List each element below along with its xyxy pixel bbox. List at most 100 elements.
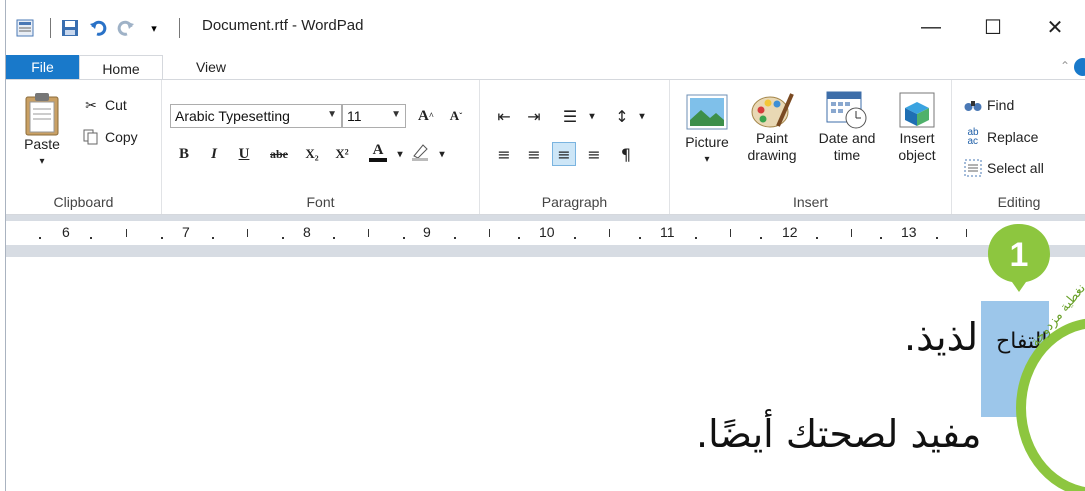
paragraph-group: ⇤ ⇥ ☰ ▾ ↕ ▾ ≡ ≡ ≡ ≡ ¶ Paragraph	[480, 80, 670, 214]
strikethrough-button[interactable]: abe	[264, 142, 294, 166]
insert-object-button[interactable]: Insert object	[886, 90, 948, 164]
bullet-list-icon[interactable]: ☰	[558, 104, 582, 128]
close-button[interactable]: ✕	[1024, 10, 1085, 44]
bullet-list-dropdown-icon[interactable]: ▾	[580, 104, 604, 128]
ruler-number: 10	[539, 224, 555, 240]
document-line-1[interactable]: لذيذ.	[904, 315, 978, 359]
picture-icon	[686, 94, 728, 130]
copy-icon	[82, 128, 100, 146]
align-right-icon[interactable]: ≡	[552, 142, 576, 166]
font-group: Arabic Typesetting ▼ 11 ▼ A ^ Aˇ B I U ab…	[162, 80, 480, 214]
font-group-label: Font	[306, 194, 335, 210]
cut-button[interactable]: ✂ Cut	[82, 96, 127, 114]
superscript-button[interactable]: X²	[330, 142, 354, 166]
justify-icon[interactable]: ≡	[582, 142, 606, 166]
paste-dropdown-icon[interactable]: ▾	[39, 153, 44, 170]
decrease-indent-icon[interactable]: ⇤	[492, 104, 516, 128]
wordpad-app-icon[interactable]	[14, 17, 36, 39]
document-area[interactable]: التفاح لذيذ. مفيد لصحتك أيضًا.	[6, 257, 1085, 491]
font-size-value: 11	[347, 108, 362, 124]
replace-label: Replace	[987, 129, 1039, 145]
scissors-icon: ✂	[85, 96, 97, 113]
replace-icon: ab ac	[967, 127, 979, 147]
grow-font-button[interactable]: A ^	[414, 104, 438, 128]
paint-drawing-label: Paint drawing	[747, 130, 797, 163]
help-icon[interactable]	[1074, 58, 1085, 76]
calendar-clock-icon	[826, 91, 867, 129]
italic-button[interactable]: I	[202, 142, 226, 166]
font-size-select[interactable]: 11 ▼	[342, 104, 406, 128]
window-title: Document.rtf - WordPad	[202, 17, 364, 34]
editing-group-label: Editing	[997, 194, 1041, 210]
qat-separator	[50, 18, 51, 38]
paste-button[interactable]: Paste ▾	[20, 92, 64, 170]
collapse-ribbon-icon[interactable]: ⌃	[1060, 59, 1070, 73]
replace-button[interactable]: ab ac Replace	[964, 127, 1039, 147]
callout-badge: 1	[988, 224, 1050, 292]
picture-dropdown-icon[interactable]: ▾	[704, 151, 709, 168]
picture-button[interactable]: Picture ▾	[678, 94, 736, 168]
align-center-icon[interactable]: ≡	[522, 142, 546, 166]
highlight-dropdown-icon[interactable]: ▾	[430, 142, 454, 166]
minimize-button[interactable]: —	[900, 10, 962, 44]
ruler-number: 12	[782, 224, 798, 240]
title-bar: ▾ Document.rtf - WordPad — ☐ ✕	[6, 0, 1085, 55]
paragraph-group-label: Paragraph	[541, 194, 608, 210]
document-line-2[interactable]: مفيد لصحتك أيضًا.	[696, 412, 981, 456]
qat-separator	[179, 18, 180, 38]
align-left-icon[interactable]: ≡	[492, 142, 516, 166]
ruler[interactable]: 6 7 8 9 10 11 12 13	[6, 215, 1085, 257]
underline-button[interactable]: U	[232, 142, 256, 166]
find-label: Find	[987, 97, 1015, 113]
select-all-button[interactable]: Select all	[964, 159, 1044, 177]
bold-button[interactable]: B	[172, 142, 196, 166]
tab-home[interactable]: Home	[79, 55, 163, 81]
ruler-number: 8	[303, 224, 311, 240]
shrink-font-button[interactable]: Aˇ	[444, 104, 468, 128]
select-all-label: Select all	[987, 160, 1044, 176]
window-controls: — ☐ ✕	[900, 10, 1085, 44]
subscript-button[interactable]: X₂	[300, 142, 324, 166]
paint-drawing-button[interactable]: Paint drawing	[740, 90, 804, 164]
ruler-number: 9	[423, 224, 431, 240]
increase-indent-icon[interactable]: ⇥	[522, 104, 546, 128]
copy-button[interactable]: Copy	[82, 128, 138, 146]
font-color-icon: A	[372, 142, 384, 158]
save-icon[interactable]	[59, 17, 81, 39]
ruler-strip: 6 7 8 9 10 11 12 13	[6, 221, 1085, 245]
chevron-down-icon: ▼	[327, 109, 337, 120]
find-button[interactable]: Find	[964, 96, 1014, 114]
clipboard-group: Paste ▾ ✂ Cut Copy Clipboard	[6, 80, 162, 214]
chevron-down-icon: ▼	[391, 109, 401, 120]
font-family-value: Arabic Typesetting	[175, 108, 290, 124]
quick-access-toolbar: ▾	[14, 14, 188, 42]
paste-label: Paste	[24, 136, 60, 152]
highlight-color-button[interactable]	[408, 140, 432, 164]
clipboard-group-label: Clipboard	[53, 194, 114, 210]
select-all-icon	[964, 159, 982, 177]
ruler-number: 7	[182, 224, 190, 240]
tab-file[interactable]: File	[6, 55, 79, 79]
redo-icon[interactable]	[115, 17, 137, 39]
paint-palette-icon	[751, 93, 794, 128]
insert-object-icon	[899, 92, 935, 128]
undo-icon[interactable]	[87, 17, 109, 39]
customize-qat-icon[interactable]: ▾	[143, 17, 165, 39]
callout-number: 1	[1010, 236, 1029, 274]
ribbon: Paste ▾ ✂ Cut Copy Clipboard Arabic Type…	[6, 79, 1085, 215]
ribbon-tabs: File Home View ⌃	[6, 55, 1085, 81]
maximize-button[interactable]: ☐	[962, 10, 1024, 44]
ruler-number: 6	[62, 224, 70, 240]
insert-object-label: Insert object	[898, 130, 936, 163]
ruler-number: 11	[660, 224, 675, 240]
date-time-label: Date and time	[818, 130, 876, 163]
font-color-button[interactable]: A	[366, 140, 390, 164]
wordpad-window: ▾ Document.rtf - WordPad — ☐ ✕ File Home…	[5, 0, 1085, 491]
line-spacing-dropdown-icon[interactable]: ▾	[630, 104, 654, 128]
date-time-button[interactable]: Date and time	[812, 90, 882, 164]
tab-view[interactable]: View	[176, 55, 246, 79]
paragraph-settings-icon[interactable]: ¶	[614, 142, 638, 166]
picture-label: Picture	[685, 134, 729, 150]
ruler-number: 13	[901, 224, 917, 240]
font-family-select[interactable]: Arabic Typesetting ▼	[170, 104, 342, 128]
